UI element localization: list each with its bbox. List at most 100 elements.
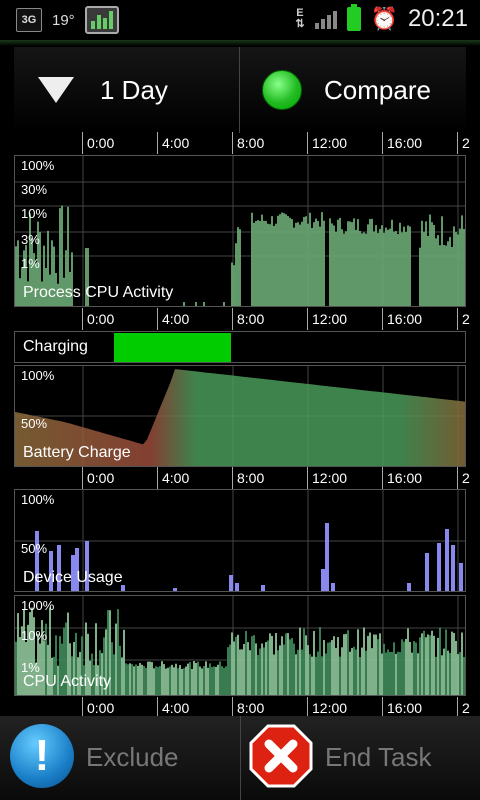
cpu-bar xyxy=(343,233,345,306)
cpu-bar xyxy=(415,642,417,695)
cpu-bar xyxy=(347,630,349,695)
cpu-bar xyxy=(285,633,287,695)
cpu-bar xyxy=(235,243,237,306)
time-tick: 8:00 xyxy=(232,467,264,489)
cpu-bar xyxy=(205,661,207,695)
cpu-bar xyxy=(443,245,445,306)
cpu-bar xyxy=(437,637,439,695)
cpu-bar xyxy=(427,634,429,695)
cpu-bar xyxy=(279,214,281,306)
cpu-bar xyxy=(455,640,457,695)
usage-bar xyxy=(437,543,441,591)
battery-icon xyxy=(346,4,361,31)
time-tick: 0:00 xyxy=(82,132,114,154)
cpu-activity-chart[interactable]: 100% 10% 1% CPU Activity xyxy=(14,595,466,696)
cpu-bar xyxy=(251,636,253,695)
cpu-bar xyxy=(175,663,177,695)
cpu-bar xyxy=(409,226,411,306)
cpu-bar xyxy=(201,668,203,695)
cpu-bar xyxy=(297,222,299,306)
cpu-bar xyxy=(357,629,359,695)
cpu-bar xyxy=(463,656,465,695)
cpu-bar xyxy=(323,640,325,695)
usage-bar xyxy=(451,545,455,591)
exclude-button[interactable]: ! Exclude xyxy=(0,716,240,800)
cpu-bar xyxy=(419,637,421,695)
process-cpu-chart[interactable]: 100% 30% 10% 3% 1% Process CPU Activity xyxy=(14,155,466,307)
chart-title: Battery Charge xyxy=(23,444,131,461)
cpu-bar xyxy=(139,663,141,695)
cpu-bar xyxy=(293,227,295,306)
cpu-bar xyxy=(173,667,175,695)
time-axis: 0:00 4:00 8:00 12:00 16:00 2 xyxy=(14,132,470,154)
cpu-bar xyxy=(355,649,357,695)
cpu-bar xyxy=(291,219,293,306)
usage-bar xyxy=(445,529,449,591)
cpu-bar xyxy=(185,666,187,695)
cpu-bar xyxy=(325,653,327,695)
cpu-bar xyxy=(345,633,347,695)
cpu-bar xyxy=(429,214,431,306)
cpu-bar xyxy=(137,665,139,695)
cpu-bar xyxy=(281,636,283,695)
cpu-bar xyxy=(141,664,143,695)
end-task-button[interactable]: End Task xyxy=(240,716,480,800)
cpu-bar xyxy=(195,662,197,695)
cpu-bar xyxy=(401,639,403,695)
cpu-bar xyxy=(451,246,453,306)
cpu-bar xyxy=(317,651,319,695)
compare-status-icon xyxy=(262,70,302,110)
usage-bar xyxy=(229,575,233,591)
battery-charge-chart[interactable]: 100% 50% Battery Charge xyxy=(14,365,466,467)
cpu-bar xyxy=(171,664,173,695)
cpu-bar xyxy=(183,668,185,695)
cpu-bar xyxy=(267,640,269,695)
cpu-bar xyxy=(129,663,131,695)
cpu-bar xyxy=(303,628,305,695)
cpu-bar xyxy=(147,661,149,695)
time-tick: 0:00 xyxy=(82,467,114,489)
end-task-label: End Task xyxy=(325,742,432,772)
cpu-bar xyxy=(319,226,321,306)
cpu-bar xyxy=(117,609,119,695)
cpu-bar xyxy=(331,223,333,306)
cpu-bar xyxy=(267,223,269,306)
bottom-action-bar: ! Exclude End Task xyxy=(0,716,480,800)
cpu-bar xyxy=(435,656,437,695)
cpu-bar xyxy=(153,668,155,695)
cpu-bar xyxy=(407,628,409,695)
cpu-bar xyxy=(405,232,407,306)
charging-chart[interactable]: Charging xyxy=(14,331,466,363)
cpu-bar xyxy=(203,302,205,306)
y-axis-label: 30% xyxy=(21,182,48,197)
cpu-bar xyxy=(361,233,363,306)
cpu-bar xyxy=(391,651,393,695)
data-arrows-icon: E ⇅ xyxy=(295,7,305,30)
cpu-bar xyxy=(273,225,275,306)
cpu-bar xyxy=(403,226,405,306)
device-usage-chart[interactable]: 100% 50% Device Usage xyxy=(14,489,466,592)
time-range-dropdown[interactable]: 1 Day xyxy=(14,47,240,133)
cpu-bar xyxy=(345,231,347,306)
cpu-bar xyxy=(373,634,375,695)
cpu-bar xyxy=(421,220,423,306)
cpu-bar xyxy=(149,661,151,695)
y-axis-label: 50% xyxy=(21,416,48,431)
compare-button[interactable]: Compare xyxy=(240,47,466,133)
time-tick: 4:00 xyxy=(157,132,189,154)
cpu-bar xyxy=(453,632,455,695)
cpu-bar xyxy=(367,224,369,306)
cpu-bar xyxy=(447,650,449,695)
y-axis-label: 50% xyxy=(21,541,48,556)
cpu-bar xyxy=(447,241,449,306)
cpu-bar xyxy=(211,667,213,695)
cpu-bar xyxy=(339,656,341,695)
cpu-bar xyxy=(397,651,399,695)
time-tick: 12:00 xyxy=(307,308,347,330)
cpu-bar xyxy=(167,667,169,695)
cpu-bar xyxy=(219,661,221,695)
cpu-bar xyxy=(281,212,283,306)
cpu-bar xyxy=(413,641,415,695)
cpu-bar xyxy=(295,222,297,306)
cpu-bar xyxy=(353,218,355,306)
